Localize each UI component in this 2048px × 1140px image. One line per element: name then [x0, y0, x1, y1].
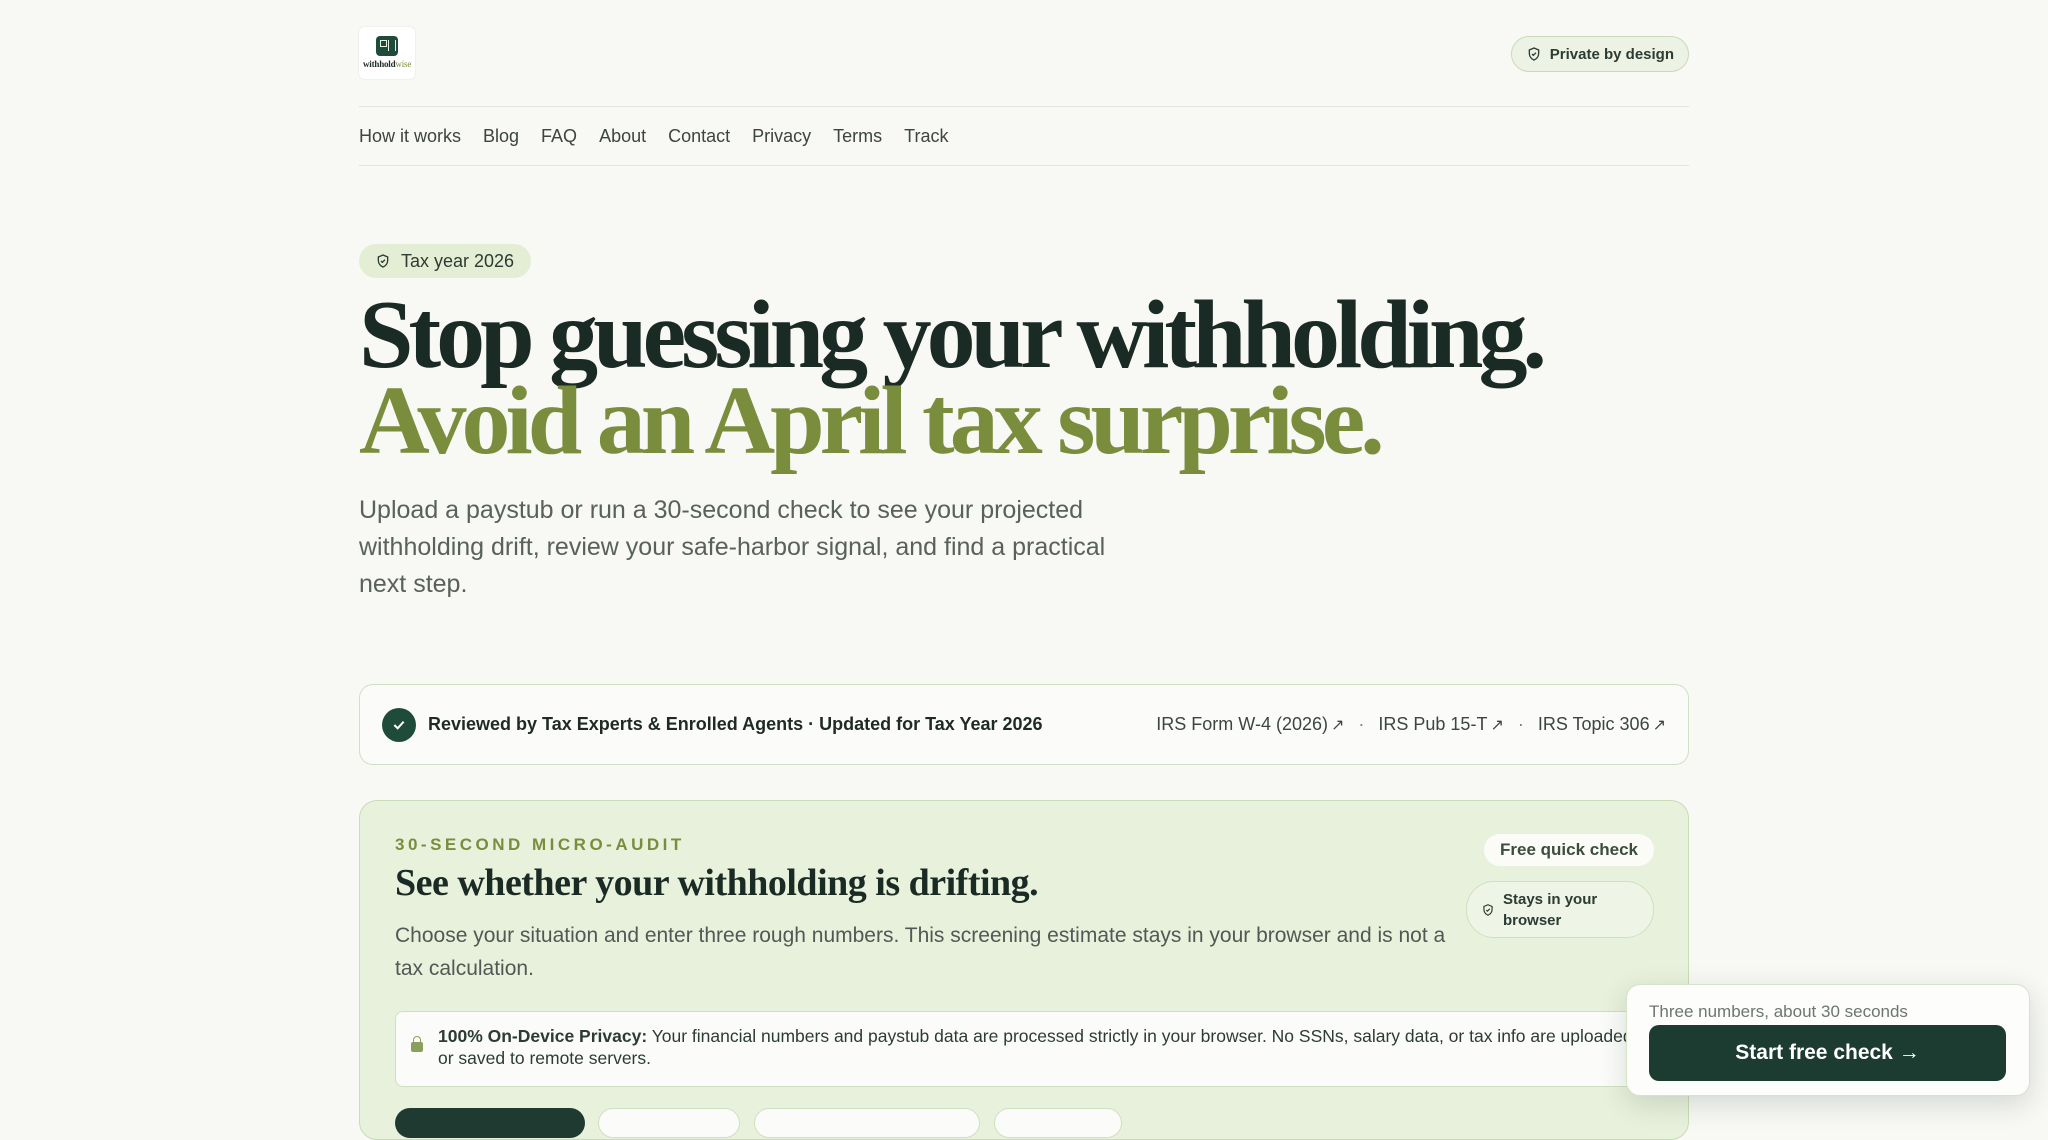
shield-check-icon [1528, 47, 1540, 61]
irs-w4-link[interactable]: IRS Form W-4 (2026) ↗ [1156, 714, 1344, 735]
stays-in-browser-badge: Stays in your browser [1466, 881, 1654, 938]
situation-option[interactable] [598, 1108, 740, 1138]
hero-headline: Stop guessing your withholding. Avoid an… [359, 286, 1699, 470]
on-device-privacy-notice: 100% On-Device Privacy: Your financial n… [395, 1011, 1660, 1087]
free-quick-check-badge: Free quick check [1484, 834, 1654, 866]
nav-about[interactable]: About [599, 126, 646, 147]
floating-cta-panel: Three numbers, about 30 seconds Start fr… [1626, 984, 2030, 1096]
trust-bar: Reviewed by Tax Experts & Enrolled Agent… [359, 684, 1689, 765]
separator-dot: · [1358, 714, 1365, 734]
reviewed-by-text: Reviewed by Tax Experts & Enrolled Agent… [428, 714, 1043, 734]
nav-how-it-works[interactable]: How it works [359, 126, 461, 147]
situation-option[interactable] [754, 1108, 980, 1138]
start-free-check-button[interactable]: Start free check → [1649, 1025, 2006, 1081]
irs-pub15t-link[interactable]: IRS Pub 15-T ↗ [1378, 714, 1503, 735]
lock-icon [411, 1036, 423, 1052]
shield-check-icon [1483, 903, 1493, 916]
main-nav: How it works Blog FAQ About Contact Priv… [359, 107, 1689, 166]
shield-check-icon [377, 254, 389, 268]
logo-mark-icon [376, 36, 398, 56]
irs-links: IRS Form W-4 (2026) ↗ · IRS Pub 15-T ↗ · I… [1156, 714, 1666, 735]
stays-label: Stays in your browser [1503, 890, 1598, 929]
nav-terms[interactable]: Terms [833, 126, 882, 147]
check-circle-icon [382, 707, 416, 742]
nav-privacy[interactable]: Privacy [752, 126, 811, 147]
nav-faq[interactable]: FAQ [541, 126, 577, 147]
cta-hint: Three numbers, about 30 seconds [1649, 1002, 1908, 1021]
irs-topic306-link[interactable]: IRS Topic 306 ↗ [1538, 714, 1666, 735]
hero-lede: Upload a paystub or run a 30-second chec… [359, 496, 1106, 598]
situation-option[interactable] [994, 1108, 1122, 1138]
private-label: Private by design [1549, 45, 1674, 63]
private-by-design-badge: Private by design [1510, 36, 1689, 72]
privacy-title: 100% On-Device Privacy: [438, 1026, 648, 1046]
site-header: withholdwise Private by design [359, 0, 1689, 107]
nav-track[interactable]: Track [904, 126, 948, 147]
separator-dot: · [1517, 714, 1524, 734]
tax-year-badge: Tax year 2026 [359, 244, 532, 278]
external-link-icon: ↗ [1652, 717, 1666, 734]
nav-blog[interactable]: Blog [483, 126, 519, 147]
audit-description: Choose your situation and enter three ro… [395, 924, 1446, 980]
headline-accent: Avoid an April tax surprise. [359, 367, 1385, 475]
audit-eyebrow: 30-SECOND MICRO-AUDIT [395, 835, 685, 854]
external-link-icon: ↗ [1330, 717, 1345, 734]
site-logo[interactable]: withholdwise [359, 27, 415, 79]
nav-contact[interactable]: Contact [668, 126, 730, 147]
situation-option-selected[interactable] [395, 1108, 585, 1138]
audit-title: See whether your withholding is drifting… [395, 862, 1039, 904]
tax-year-label: Tax year 2026 [401, 250, 515, 271]
external-link-icon: ↗ [1490, 717, 1504, 734]
micro-audit-card: 30-SECOND MICRO-AUDIT See whether your w… [359, 800, 1689, 1140]
logo-wordmark: withholdwise [363, 59, 412, 69]
